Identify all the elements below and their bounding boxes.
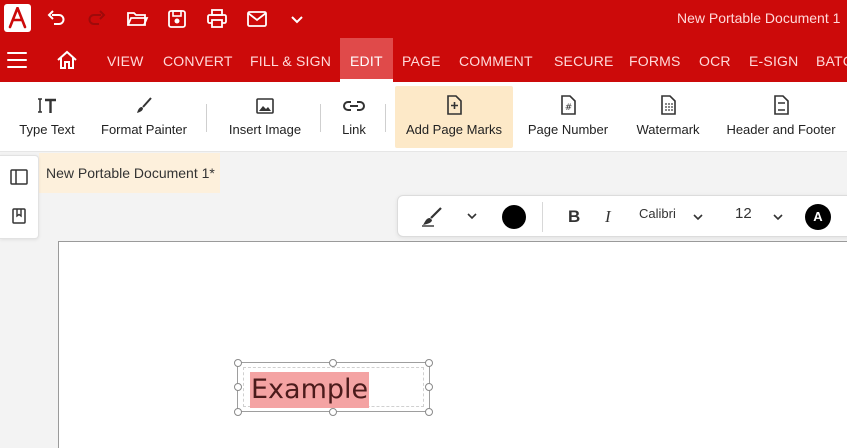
home-icon[interactable] bbox=[56, 50, 78, 75]
font-size-select[interactable]: 12 bbox=[735, 205, 752, 222]
insert-image-button[interactable]: Insert Image bbox=[222, 86, 308, 148]
side-panel-bar bbox=[0, 155, 39, 239]
open-folder-icon[interactable] bbox=[125, 7, 149, 31]
text-box-content[interactable]: Example bbox=[250, 372, 370, 408]
svg-text:#: # bbox=[565, 103, 573, 113]
redo-icon[interactable] bbox=[85, 7, 109, 31]
format-painter-button[interactable]: Format Painter bbox=[96, 86, 192, 148]
window-title: New Portable Document 1 bbox=[677, 10, 841, 26]
tab-page[interactable]: PAGE bbox=[402, 38, 441, 82]
add-page-marks-button[interactable]: Add Page Marks bbox=[395, 86, 513, 148]
highlight-brush-icon[interactable] bbox=[420, 205, 446, 232]
header-footer-button[interactable]: Header and Footer bbox=[722, 86, 840, 148]
resize-handle[interactable] bbox=[234, 408, 242, 416]
pdf-page bbox=[58, 241, 847, 448]
app-logo-icon bbox=[4, 4, 31, 32]
tab-ocr[interactable]: OCR bbox=[699, 38, 731, 82]
menu-bar: VIEW CONVERT FILL & SIGN EDIT PAGE COMME… bbox=[0, 38, 847, 82]
tab-e-sign[interactable]: E-SIGN bbox=[749, 38, 798, 82]
bookmark-icon[interactable] bbox=[9, 206, 29, 226]
resize-handle[interactable] bbox=[234, 383, 242, 391]
resize-handle[interactable] bbox=[425, 359, 433, 367]
type-text-icon bbox=[12, 86, 82, 116]
resize-handle[interactable] bbox=[329, 359, 337, 367]
toolbar-divider bbox=[542, 202, 543, 232]
italic-icon[interactable]: I bbox=[602, 206, 618, 231]
email-icon[interactable] bbox=[245, 7, 269, 31]
tab-view[interactable]: VIEW bbox=[107, 38, 144, 82]
resize-handle[interactable] bbox=[234, 359, 242, 367]
resize-handle[interactable] bbox=[329, 408, 337, 416]
tab-secure[interactable]: SECURE bbox=[554, 38, 614, 82]
quick-access-more-icon[interactable] bbox=[285, 7, 309, 31]
save-icon[interactable] bbox=[165, 7, 189, 31]
ribbon-divider bbox=[206, 104, 207, 132]
header-footer-icon bbox=[722, 86, 840, 116]
watermark-icon bbox=[627, 86, 709, 116]
panel-toggle-icon[interactable] bbox=[9, 167, 29, 187]
text-format-toolbar: B I Calibri 12 A bbox=[397, 195, 847, 237]
svg-text:B: B bbox=[568, 207, 580, 226]
hamburger-menu-icon[interactable] bbox=[7, 52, 27, 68]
chevron-down-icon[interactable] bbox=[466, 209, 478, 227]
tab-fill-sign[interactable]: FILL & SIGN bbox=[250, 38, 331, 82]
bold-icon[interactable]: B bbox=[566, 206, 582, 231]
font-family-select[interactable]: Calibri bbox=[639, 206, 676, 221]
link-icon bbox=[333, 86, 375, 116]
app-window: New Portable Document 1 VIEW CONVERT FIL… bbox=[0, 0, 847, 448]
text-color-swatch[interactable] bbox=[501, 204, 527, 235]
ribbon-divider bbox=[385, 104, 386, 132]
svg-text:I: I bbox=[604, 207, 612, 226]
add-page-marks-icon bbox=[395, 86, 513, 116]
document-tab[interactable]: New Portable Document 1* bbox=[39, 153, 220, 193]
edit-ribbon: Type Text Format Painter Insert Image Li… bbox=[0, 82, 847, 152]
title-bar: New Portable Document 1 bbox=[0, 0, 847, 38]
font-color-icon[interactable]: A bbox=[805, 204, 831, 230]
tab-batch[interactable]: BATC bbox=[816, 38, 847, 82]
page-number-icon: # bbox=[525, 86, 611, 116]
resize-handle[interactable] bbox=[425, 383, 433, 391]
undo-icon[interactable] bbox=[44, 7, 68, 31]
type-text-button[interactable]: Type Text bbox=[12, 86, 82, 148]
chevron-down-icon[interactable] bbox=[692, 210, 704, 228]
ribbon-divider bbox=[320, 104, 321, 132]
resize-handle[interactable] bbox=[425, 408, 433, 416]
tab-forms[interactable]: FORMS bbox=[629, 38, 681, 82]
print-icon[interactable] bbox=[205, 7, 229, 31]
tab-edit[interactable]: EDIT bbox=[340, 38, 393, 82]
chevron-down-icon[interactable] bbox=[772, 210, 784, 228]
link-button[interactable]: Link bbox=[333, 86, 375, 148]
tab-convert[interactable]: CONVERT bbox=[163, 38, 233, 82]
tab-comment[interactable]: COMMENT bbox=[459, 38, 533, 82]
format-painter-icon bbox=[96, 86, 192, 116]
page-number-button[interactable]: # Page Number bbox=[525, 86, 611, 148]
image-icon bbox=[222, 86, 308, 116]
watermark-button[interactable]: Watermark bbox=[627, 86, 709, 148]
